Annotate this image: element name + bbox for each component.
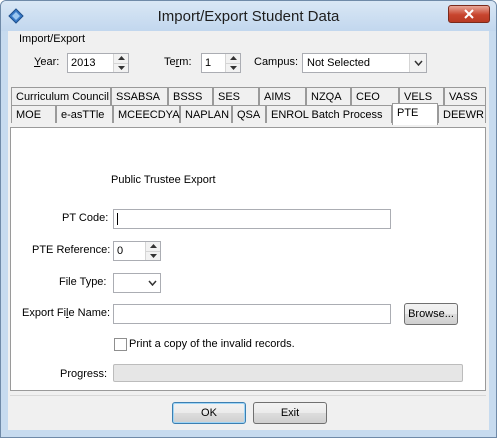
- export-file-name-label: Export File Name:: [22, 307, 111, 319]
- campus-select[interactable]: Not Selected: [302, 53, 427, 73]
- tab-moe[interactable]: MOE: [11, 105, 56, 123]
- app-window: Import/Export Student Data Import/Export…: [0, 0, 497, 438]
- import-export-group-label: Import/Export: [19, 33, 86, 45]
- tab-pte[interactable]: PTE: [392, 103, 438, 125]
- year-label: Year:: [34, 56, 60, 68]
- file-type-label: File Type:: [59, 276, 107, 288]
- tab-deewr[interactable]: DEEWR: [438, 105, 486, 123]
- pte-reference-value[interactable]: 0: [114, 242, 145, 260]
- tab-ses[interactable]: SES: [213, 87, 259, 105]
- pte-panel: Public Trustee Export PT Code: PTE Refer…: [10, 127, 486, 391]
- term-up-arrow-icon[interactable]: [226, 54, 240, 64]
- tab-vass[interactable]: VASS: [444, 87, 486, 105]
- campus-dropdown-arrow-icon[interactable]: [409, 54, 426, 72]
- tab-e-asttle[interactable]: e-asTTle: [56, 105, 113, 123]
- file-type-select[interactable]: [113, 273, 161, 293]
- file-type-value[interactable]: [114, 274, 144, 292]
- pte-reference-stepper[interactable]: 0: [113, 241, 161, 261]
- ok-button[interactable]: OK: [172, 402, 246, 424]
- tab-nzqa[interactable]: NZQA: [306, 87, 351, 105]
- browse-button[interactable]: Browse...: [404, 303, 458, 325]
- text-caret: [117, 213, 118, 225]
- year-stepper[interactable]: 2013: [67, 53, 129, 73]
- tab-naplan[interactable]: NAPLAN: [180, 105, 232, 123]
- pte-reference-down-arrow-icon[interactable]: [146, 251, 160, 260]
- term-down-arrow-icon[interactable]: [226, 63, 240, 72]
- file-type-dropdown-arrow-icon[interactable]: [144, 274, 160, 292]
- pte-reference-up-arrow-icon[interactable]: [146, 242, 160, 252]
- title-bar[interactable]: Import/Export Student Data: [1, 1, 496, 31]
- tab-curriculum-council[interactable]: Curriculum Council: [11, 87, 111, 105]
- tab-qsa[interactable]: QSA: [232, 105, 266, 123]
- term-stepper[interactable]: 1: [201, 53, 241, 73]
- year-down-arrow-icon[interactable]: [114, 63, 128, 72]
- year-up-arrow-icon[interactable]: [114, 54, 128, 64]
- tab-mceecdya[interactable]: MCEECDYA: [113, 105, 180, 123]
- campus-label: Campus:: [254, 56, 299, 68]
- tab-bsss[interactable]: BSSS: [168, 87, 213, 105]
- tab-aims[interactable]: AIMS: [259, 87, 306, 105]
- campus-value[interactable]: Not Selected: [303, 54, 409, 72]
- footer-divider: [10, 395, 486, 396]
- year-value[interactable]: 2013: [68, 54, 113, 72]
- term-value[interactable]: 1: [202, 54, 225, 72]
- close-icon: [464, 9, 474, 19]
- progress-bar: [113, 364, 463, 382]
- pt-code-label: PT Code:: [62, 212, 109, 224]
- tab-enrol-batch-process[interactable]: ENROL Batch Process: [266, 105, 392, 123]
- term-label: Term:: [164, 56, 192, 68]
- close-button[interactable]: [448, 5, 490, 23]
- tab-ssabsa[interactable]: SSABSA: [111, 87, 168, 105]
- progress-label: Progress:: [60, 368, 108, 380]
- print-invalid-label[interactable]: Print a copy of the invalid records.: [129, 338, 295, 350]
- dialog-body: Import/Export Year: 2013 Term: 1 Campus:…: [8, 31, 489, 430]
- panel-heading: Public Trustee Export: [111, 174, 216, 186]
- print-invalid-checkbox[interactable]: [114, 338, 127, 351]
- export-file-name-input[interactable]: [113, 304, 391, 324]
- exit-button[interactable]: Exit: [253, 402, 327, 424]
- pt-code-input[interactable]: [113, 209, 391, 229]
- window-title: Import/Export Student Data: [157, 8, 340, 25]
- pte-reference-label: PTE Reference:: [32, 244, 111, 256]
